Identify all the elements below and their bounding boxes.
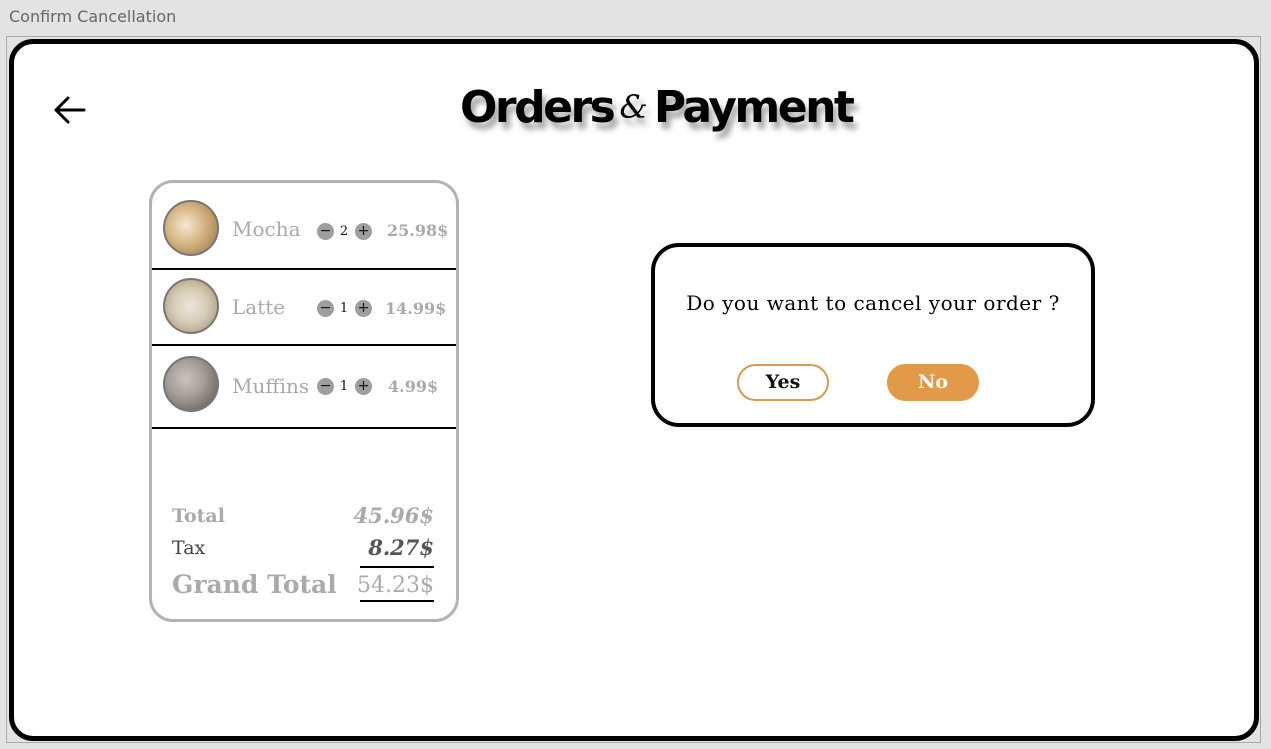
item-name: Mocha bbox=[232, 217, 301, 241]
item-price: 25.98$ bbox=[387, 221, 449, 240]
plus-icon: + bbox=[357, 223, 370, 239]
increase-quantity-button[interactable]: + bbox=[355, 378, 372, 395]
grand-total-underline bbox=[360, 600, 434, 602]
item-name: Latte bbox=[232, 295, 286, 319]
title-ampersand: & bbox=[619, 88, 648, 126]
decrease-quantity-button[interactable]: − bbox=[317, 300, 334, 317]
increase-quantity-button[interactable]: + bbox=[355, 300, 372, 317]
tax-value: 8.27$ bbox=[368, 535, 434, 560]
total-value: 45.96$ bbox=[353, 503, 434, 528]
title-orders: Orders bbox=[460, 82, 616, 133]
item-price: 14.99$ bbox=[385, 299, 447, 318]
yes-button[interactable]: Yes bbox=[737, 364, 829, 401]
window-title: Confirm Cancellation bbox=[9, 7, 177, 26]
total-label: Total bbox=[172, 505, 225, 527]
item-quantity: 2 bbox=[339, 224, 349, 239]
tax-label: Tax bbox=[172, 537, 206, 559]
page-title: Orders & Payment bbox=[460, 82, 855, 144]
increase-quantity-button[interactable]: + bbox=[355, 223, 372, 240]
item-quantity: 1 bbox=[339, 379, 349, 394]
plus-icon: + bbox=[357, 300, 370, 316]
grand-total-label: Grand Total bbox=[172, 570, 337, 599]
item-quantity: 1 bbox=[339, 301, 349, 316]
muffins-thumbnail bbox=[163, 356, 219, 412]
decrease-quantity-button[interactable]: − bbox=[317, 223, 334, 240]
item-name: Muffins bbox=[232, 374, 310, 398]
no-button[interactable]: No bbox=[887, 364, 979, 401]
minus-icon: − bbox=[319, 223, 332, 239]
minus-icon: − bbox=[319, 378, 332, 394]
dialog-message: Do you want to cancel your order ? bbox=[686, 291, 1060, 315]
order-item-muffins: Muffins − 1 + 4.99$ bbox=[152, 346, 456, 429]
grand-total-value: 54.23$ bbox=[357, 573, 434, 598]
order-summary-card: Mocha − 2 + 25.98$ Latte − 1 + 14.99$ Mu… bbox=[149, 180, 459, 622]
summary-divider bbox=[360, 566, 434, 568]
arrow-left-icon bbox=[54, 96, 86, 124]
cancel-order-dialog: Do you want to cancel your order ? Yes N… bbox=[651, 243, 1095, 427]
title-payment: Payment bbox=[653, 82, 855, 133]
latte-thumbnail bbox=[163, 278, 219, 334]
minus-icon: − bbox=[319, 300, 332, 316]
order-item-mocha: Mocha − 2 + 25.98$ bbox=[152, 183, 456, 270]
mocha-thumbnail bbox=[163, 200, 219, 256]
back-button[interactable] bbox=[50, 95, 90, 125]
plus-icon: + bbox=[357, 378, 370, 394]
order-item-latte: Latte − 1 + 14.99$ bbox=[152, 270, 456, 346]
item-price: 4.99$ bbox=[388, 377, 439, 396]
decrease-quantity-button[interactable]: − bbox=[317, 378, 334, 395]
